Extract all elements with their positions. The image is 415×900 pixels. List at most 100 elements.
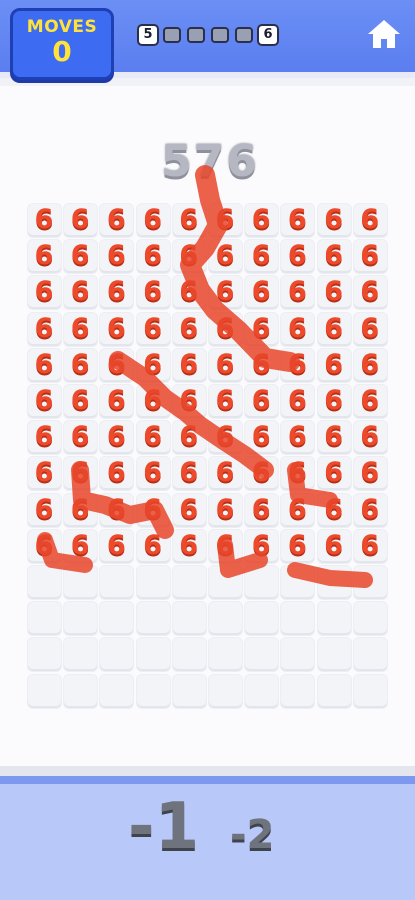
number-tile[interactable]: 6 (207, 311, 243, 347)
grid-cell[interactable] (28, 674, 61, 708)
home-icon[interactable] (367, 18, 401, 50)
grid-cell[interactable] (281, 638, 315, 672)
number-tile[interactable]: 6 (207, 238, 243, 274)
grid-cell[interactable] (172, 602, 206, 636)
number-tile[interactable]: 6 (135, 455, 171, 491)
number-tile[interactable]: 6 (171, 347, 207, 383)
number-tile[interactable]: 6 (62, 311, 98, 347)
number-tile[interactable]: 6 (135, 238, 171, 274)
grid-cell[interactable] (136, 602, 170, 636)
number-tile[interactable]: 6 (316, 311, 352, 347)
grid-cell[interactable] (353, 602, 387, 636)
number-tile[interactable]: 6 (98, 311, 134, 347)
number-tile[interactable]: 6 (243, 383, 279, 419)
grid-cell[interactable] (245, 602, 279, 636)
number-tile[interactable]: 6 (243, 347, 279, 383)
number-tile[interactable]: 6 (135, 492, 171, 528)
number-tile[interactable]: 6 (279, 238, 315, 274)
grid-cell[interactable] (245, 638, 279, 672)
grid-cell[interactable] (209, 566, 242, 599)
number-tile[interactable]: 6 (171, 238, 207, 274)
number-tile[interactable]: 6 (279, 202, 315, 238)
number-tile[interactable]: 6 (279, 347, 315, 383)
grid-cell[interactable] (245, 674, 279, 708)
number-tile[interactable]: 6 (316, 455, 352, 491)
number-tile[interactable]: 6 (352, 274, 388, 310)
number-tile[interactable]: 6 (98, 492, 134, 528)
number-tile[interactable]: 6 (171, 419, 207, 455)
number-tile[interactable]: 6 (26, 419, 62, 455)
number-tile[interactable]: 6 (98, 202, 134, 238)
number-tile[interactable]: 6 (207, 202, 243, 238)
grid-cell[interactable] (317, 638, 351, 672)
number-tile[interactable]: 6 (62, 238, 98, 274)
number-tile[interactable]: 6 (207, 455, 243, 491)
number-tile[interactable]: 6 (98, 455, 134, 491)
number-tile[interactable]: 6 (279, 383, 315, 419)
number-tile[interactable]: 6 (171, 455, 207, 491)
number-tile[interactable]: 6 (98, 347, 134, 383)
number-tile[interactable]: 6 (352, 202, 388, 238)
number-tile[interactable]: 6 (352, 238, 388, 274)
grid-cell[interactable] (28, 566, 61, 599)
number-tile[interactable]: 6 (98, 419, 134, 455)
grid-cell[interactable] (64, 566, 98, 599)
grid-cell[interactable] (28, 638, 61, 672)
number-tile[interactable]: 6 (98, 238, 134, 274)
number-tile[interactable]: 6 (279, 311, 315, 347)
grid-cell[interactable] (28, 602, 61, 636)
number-tile[interactable]: 6 (352, 455, 388, 491)
number-tile[interactable]: 6 (135, 419, 171, 455)
number-tile[interactable]: 6 (62, 383, 98, 419)
number-tile[interactable]: 6 (243, 528, 279, 564)
number-tile[interactable]: 6 (352, 311, 388, 347)
grid-cell[interactable] (281, 602, 315, 636)
grid-cell[interactable] (136, 566, 170, 599)
grid-cell[interactable] (100, 566, 134, 599)
grid-cell[interactable] (100, 638, 134, 672)
number-tile[interactable]: 6 (62, 455, 98, 491)
number-tile[interactable]: 6 (316, 419, 352, 455)
number-tile[interactable]: 6 (26, 492, 62, 528)
number-tile[interactable]: 6 (243, 455, 279, 491)
number-tile[interactable]: 6 (62, 492, 98, 528)
number-tile[interactable]: 6 (207, 528, 243, 564)
number-tile[interactable]: 6 (352, 383, 388, 419)
number-tile[interactable]: 6 (98, 274, 134, 310)
number-tile[interactable]: 6 (62, 528, 98, 564)
grid-cell[interactable] (245, 566, 279, 599)
number-tile[interactable]: 6 (135, 347, 171, 383)
grid-cell[interactable] (353, 674, 387, 708)
number-tile[interactable]: 6 (279, 528, 315, 564)
number-tile[interactable]: 6 (316, 202, 352, 238)
number-tile[interactable]: 6 (316, 528, 352, 564)
number-tile[interactable]: 6 (352, 347, 388, 383)
number-tile[interactable]: 6 (98, 528, 134, 564)
number-tile[interactable]: 6 (135, 528, 171, 564)
grid-cell[interactable] (172, 638, 206, 672)
number-tile[interactable]: 6 (316, 238, 352, 274)
number-tile[interactable]: 6 (243, 238, 279, 274)
number-tile[interactable]: 6 (26, 455, 62, 491)
grid-cell[interactable] (209, 674, 242, 708)
number-tile[interactable]: 6 (207, 274, 243, 310)
grid-cell[interactable] (353, 566, 387, 599)
number-tile[interactable]: 6 (243, 311, 279, 347)
number-tile[interactable]: 6 (98, 383, 134, 419)
number-tile[interactable]: 6 (26, 347, 62, 383)
number-tile[interactable]: 6 (26, 202, 62, 238)
number-tile[interactable]: 6 (171, 202, 207, 238)
number-tile[interactable]: 6 (171, 492, 207, 528)
number-tile[interactable]: 6 (352, 528, 388, 564)
grid-cell[interactable] (64, 674, 98, 708)
number-tile[interactable]: 6 (279, 274, 315, 310)
grid-cell[interactable] (209, 638, 242, 672)
number-tile[interactable]: 6 (62, 347, 98, 383)
number-tile[interactable]: 6 (26, 311, 62, 347)
number-tile[interactable]: 6 (26, 528, 62, 564)
operator-minus-one[interactable]: -1 (128, 790, 199, 864)
number-tile[interactable]: 6 (352, 419, 388, 455)
number-tile[interactable]: 6 (243, 202, 279, 238)
grid-cell[interactable] (172, 674, 206, 708)
number-tile[interactable]: 6 (171, 311, 207, 347)
